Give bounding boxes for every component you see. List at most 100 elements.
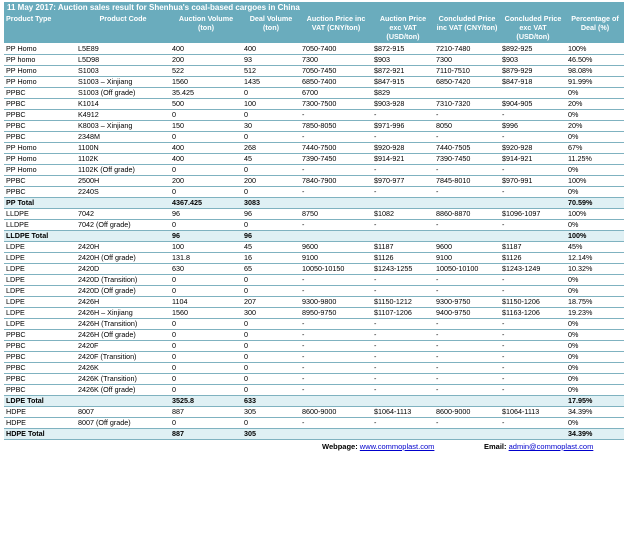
cell-product-code: 1102K — [76, 153, 170, 165]
cell-auction-price-cny: 8950-9750 — [300, 307, 372, 319]
cell-product-type: LDPE — [4, 252, 76, 264]
cell-concluded-price-cny: 7390-7450 — [434, 153, 500, 165]
cell-auction-volume: 3525.8 — [170, 395, 242, 407]
table-row: PPBC 2240S 0 0- - - -0% — [4, 186, 624, 198]
cell-concluded-price-cny: 9300-9750 — [434, 296, 500, 308]
cell-auction-volume: 0 — [170, 362, 242, 374]
cell-concluded-price-cny: - — [434, 274, 500, 286]
cell-auction-price-usd: - — [372, 384, 434, 396]
cell-concluded-price-cny: - — [434, 318, 500, 330]
table-row: HDPE 8007 (Off grade) 0 0- - - -0% — [4, 417, 624, 429]
email-label: Email: — [484, 442, 507, 451]
webpage-link[interactable]: www.commoplast.com — [360, 442, 435, 451]
cell-product-code: 2426K (Transition) — [76, 373, 170, 385]
table-row: PP Homo 1102K (Off grade) 0 0- - - -0% — [4, 164, 624, 176]
footer: Webpage: www.commoplast.com Email: admin… — [4, 440, 624, 454]
cell-product-code — [76, 197, 170, 209]
cell-product-code: K1014 — [76, 98, 170, 110]
cell-product-code: 2500H — [76, 175, 170, 187]
table-row: LLDPE 7042 96 96 8750 $1082 8860-8870 $1096-109… — [4, 208, 624, 220]
cell-concluded-price-cny: - — [434, 340, 500, 352]
cell-auction-price-cny: 7850-8050 — [300, 120, 372, 132]
cell-product-type: LDPE — [4, 307, 76, 319]
cell-concluded-price-usd — [500, 230, 566, 242]
cell-deal-volume: 268 — [242, 142, 300, 154]
cell-product-code: S1003 – Xinjiang — [76, 76, 170, 88]
table-row: PPBC 2426K 0 0- - - -0% — [4, 362, 624, 374]
cell-product-code: 1102K (Off grade) — [76, 164, 170, 176]
cell-product-code: 2420H — [76, 241, 170, 253]
cell-concluded-price-cny: - — [434, 164, 500, 176]
cell-auction-price-cny: 6700 — [300, 87, 372, 99]
table-row: PP Homo 1100N 400 268 7440-7500 $920-928 7440-… — [4, 142, 624, 154]
cell-auction-price-usd — [372, 428, 434, 440]
email-link[interactable]: admin@commoplast.com — [509, 442, 594, 451]
table-row: PPBC 2348M 0 0- - - -0% — [4, 131, 624, 143]
cell-concluded-price-cny — [434, 395, 500, 407]
cell-percentage-deal: 100% — [566, 230, 624, 242]
cell-deal-volume: 512 — [242, 65, 300, 77]
cell-deal-volume: 45 — [242, 241, 300, 253]
cell-product-code: 2420D — [76, 263, 170, 275]
cell-deal-volume: 96 — [242, 230, 300, 242]
cell-auction-volume: 0 — [170, 318, 242, 330]
cell-product-type: HDPE — [4, 417, 76, 429]
cell-product-type: PPBC — [4, 131, 76, 143]
cell-product-type: LLDPE — [4, 219, 76, 231]
cell-auction-volume: 1560 — [170, 307, 242, 319]
total-row: LLDPE Total 96 96 100% — [4, 230, 624, 242]
cell-product-type: LDPE — [4, 318, 76, 330]
cell-percentage-deal: 0% — [566, 351, 624, 363]
cell-deal-volume: 45 — [242, 153, 300, 165]
cell-product-type: PPBC — [4, 373, 76, 385]
cell-concluded-price-cny: 10050-10100 — [434, 263, 500, 275]
col-header-product-type: Product Type — [4, 13, 76, 44]
cell-product-type: HDPE — [4, 406, 76, 418]
cell-auction-volume: 0 — [170, 274, 242, 286]
cell-auction-volume: 0 — [170, 109, 242, 121]
cell-product-code: 2420F (Transition) — [76, 351, 170, 363]
cell-auction-price-cny — [300, 395, 372, 407]
cell-percentage-deal: 0% — [566, 417, 624, 429]
cell-percentage-deal: 0% — [566, 318, 624, 330]
cell-concluded-price-usd: $879-929 — [500, 65, 566, 77]
cell-product-code: S1003 (Off grade) — [76, 87, 170, 99]
cell-product-code — [76, 230, 170, 242]
col-header-concluded-price-usd: Concluded Price exc VAT (USD/ton) — [500, 13, 566, 44]
cell-product-type: PPBC — [4, 109, 76, 121]
cell-auction-price-cny: 7440-7500 — [300, 142, 372, 154]
cell-auction-price-usd — [372, 395, 434, 407]
cell-deal-volume: 0 — [242, 384, 300, 396]
cell-product-code: 1100N — [76, 142, 170, 154]
cell-product-type: PP Homo — [4, 65, 76, 77]
cell-concluded-price-cny: - — [434, 329, 500, 341]
cell-percentage-deal: 45% — [566, 241, 624, 253]
cell-concluded-price-usd: $847-918 — [500, 76, 566, 88]
cell-percentage-deal: 34.39% — [566, 406, 624, 418]
cell-product-type: PPBC — [4, 87, 76, 99]
cell-auction-price-cny: - — [300, 219, 372, 231]
cell-auction-volume: 150 — [170, 120, 242, 132]
cell-auction-price-cny: 9100 — [300, 252, 372, 264]
cell-deal-volume: 207 — [242, 296, 300, 308]
cell-concluded-price-cny: 9600 — [434, 241, 500, 253]
cell-deal-volume: 200 — [242, 175, 300, 187]
table-row: PPBC K4912 0 0- - - -0% — [4, 109, 624, 121]
cell-concluded-price-usd: $892-925 — [500, 43, 566, 55]
cell-concluded-price-usd: - — [500, 373, 566, 385]
cell-percentage-deal: 100% — [566, 175, 624, 187]
cell-product-code: L5D98 — [76, 54, 170, 66]
cell-auction-price-usd: - — [372, 131, 434, 143]
cell-concluded-price-usd: $903 — [500, 54, 566, 66]
cell-auction-volume: 0 — [170, 373, 242, 385]
cell-concluded-price-cny: 8050 — [434, 120, 500, 132]
table-row: PPBC 2420F (Transition) 0 0- - - -0% — [4, 351, 624, 363]
cell-auction-price-cny: 10050-10150 — [300, 263, 372, 275]
cell-auction-volume: 96 — [170, 230, 242, 242]
cell-percentage-deal: 98.08% — [566, 65, 624, 77]
cell-concluded-price-usd: - — [500, 274, 566, 286]
cell-percentage-deal: 0% — [566, 164, 624, 176]
cell-auction-price-cny: 7390-7450 — [300, 153, 372, 165]
cell-auction-volume: 4367.425 — [170, 197, 242, 209]
cell-auction-volume: 1560 — [170, 76, 242, 88]
